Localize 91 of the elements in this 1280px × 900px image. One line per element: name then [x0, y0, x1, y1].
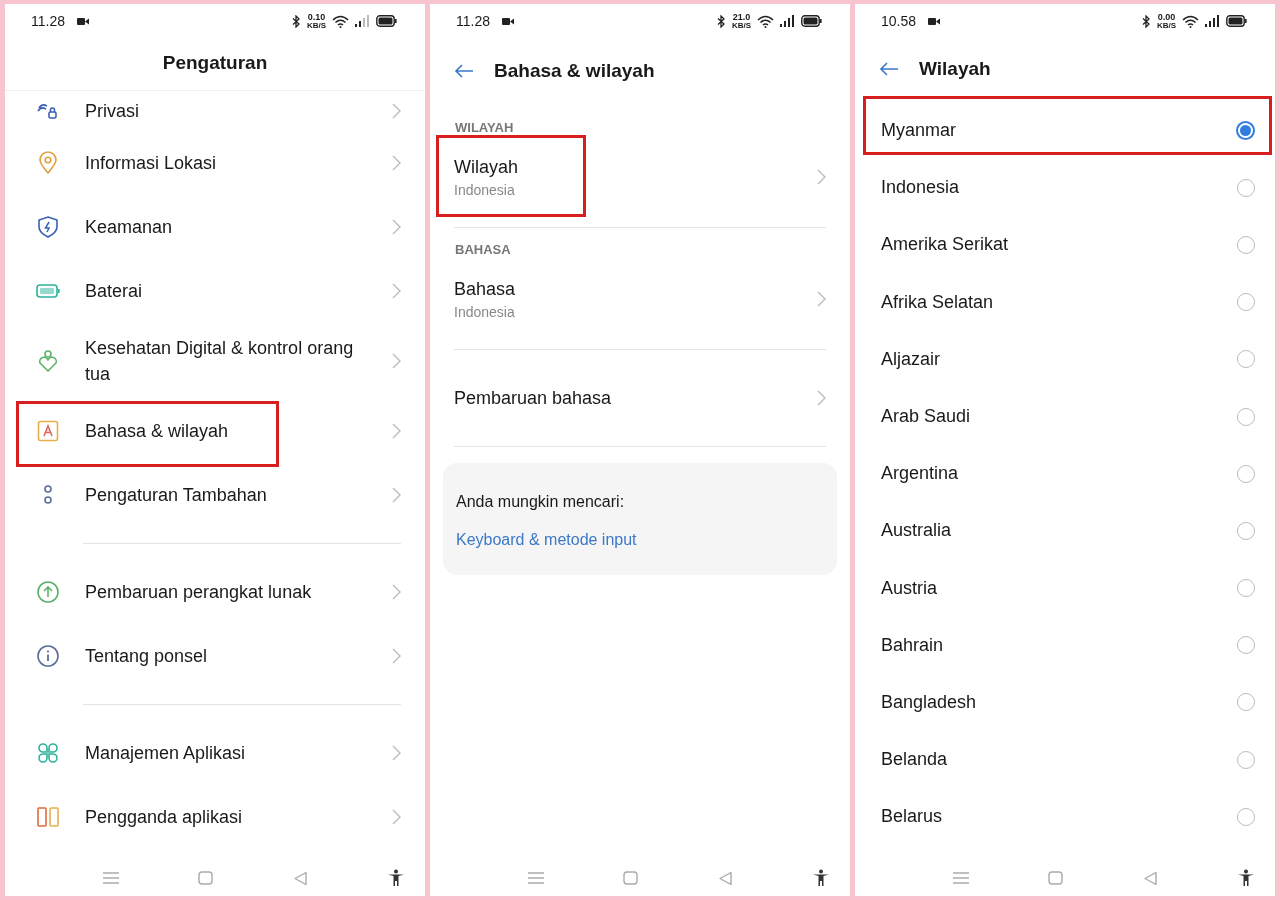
- region-option[interactable]: Belanda: [881, 731, 1255, 789]
- screen-title: Wilayah: [919, 58, 991, 80]
- region-option[interactable]: Australia: [881, 502, 1255, 560]
- settings-item[interactable]: Wilayah Indonesia: [454, 141, 826, 213]
- section-heading: BAHASA: [454, 241, 512, 259]
- wifi-icon: [1182, 14, 1199, 28]
- four-petals-icon: [36, 741, 60, 765]
- settings-item[interactable]: Tentang ponsel: [5, 624, 425, 688]
- chevron-right-icon: [392, 219, 401, 235]
- back-triangle-icon[interactable]: [1142, 870, 1158, 886]
- bluetooth-icon: [716, 14, 726, 28]
- speed-unit: KB/S: [1156, 21, 1176, 30]
- chevron-right-icon: [817, 390, 826, 406]
- chevron-right-icon: [392, 155, 401, 171]
- bluetooth-icon: [291, 14, 301, 28]
- bluetooth-icon: [1141, 14, 1151, 28]
- section-heading: WILAYAH: [454, 119, 515, 137]
- region-option[interactable]: Amerika Serikat: [881, 216, 1255, 274]
- chevron-right-icon: [392, 283, 401, 299]
- region-option[interactable]: Austria: [881, 559, 1255, 617]
- chevron-right-icon: [392, 809, 401, 825]
- network-speed: 0.10: [307, 12, 326, 22]
- settings-item[interactable]: Informasi Lokasi: [5, 131, 425, 195]
- chevron-right-icon: [392, 103, 401, 119]
- battery-icon: [376, 15, 397, 27]
- location-pin-icon: [36, 151, 60, 175]
- settings-item[interactable]: Keamanan: [5, 195, 425, 259]
- region-option[interactable]: Indonesia: [881, 159, 1255, 217]
- status-time: 11.28: [456, 13, 490, 29]
- region-option[interactable]: Belarus: [881, 788, 1255, 846]
- settings-item[interactable]: Pembaruan bahasa: [454, 364, 826, 432]
- menu-icon[interactable]: [953, 872, 969, 884]
- region-option[interactable]: Myanmar: [881, 102, 1255, 160]
- status-time: 10.58: [881, 13, 917, 29]
- two-rectangles-icon: [36, 805, 60, 829]
- suggestion-link[interactable]: Keyboard & metode input: [456, 531, 637, 549]
- network-speed: 21.0: [732, 12, 751, 22]
- signal-icon: [1205, 15, 1220, 27]
- radio-button[interactable]: [1236, 121, 1255, 141]
- chevron-right-icon: [392, 648, 401, 664]
- video-camera-icon: [77, 16, 89, 26]
- region-option[interactable]: Aljazair: [881, 330, 1255, 388]
- region-option[interactable]: Arab Saudi: [881, 387, 1255, 446]
- settings-item[interactable]: Baterai: [5, 259, 425, 323]
- chevron-right-icon: [392, 584, 401, 600]
- menu-icon[interactable]: [528, 872, 544, 884]
- wifi-icon: [757, 14, 774, 28]
- settings-item[interactable]: Manajemen Aplikasi: [5, 721, 425, 785]
- speed-unit: KB/S: [731, 21, 751, 30]
- region-option[interactable]: Argentina: [881, 445, 1255, 503]
- speed-unit: KB/S: [306, 21, 326, 30]
- chevron-right-icon: [392, 423, 401, 439]
- home-square-icon[interactable]: [1048, 871, 1064, 885]
- settings-item[interactable]: Pengaturan Tambahan: [5, 463, 425, 527]
- screen-title: Pengaturan: [162, 52, 268, 74]
- network-speed: 0.00: [1157, 12, 1176, 22]
- person-heart-icon: [36, 349, 60, 373]
- back-triangle-icon[interactable]: [717, 870, 733, 886]
- chevron-right-icon: [817, 169, 826, 185]
- status-time: 11.28: [31, 13, 65, 29]
- region-option[interactable]: Afrika Selatan: [881, 273, 1255, 331]
- chevron-right-icon: [392, 487, 401, 503]
- chevron-right-icon: [392, 745, 401, 761]
- home-square-icon[interactable]: [198, 871, 214, 885]
- signal-icon: [355, 15, 370, 27]
- settings-item[interactable]: Privasi: [5, 91, 425, 131]
- wifi-icon: [332, 14, 349, 28]
- back-arrow-icon[interactable]: [454, 64, 474, 78]
- menu-icon[interactable]: [103, 872, 119, 884]
- settings-item[interactable]: Pembaruan perangkat lunak: [5, 560, 425, 624]
- back-arrow-icon[interactable]: [879, 62, 899, 76]
- video-camera-icon: [502, 16, 514, 26]
- info-icon: [36, 644, 60, 668]
- settings-item[interactable]: Bahasa & wilayah: [5, 399, 425, 463]
- battery-icon: [1226, 15, 1247, 27]
- region-option[interactable]: Bahrain: [881, 616, 1255, 674]
- home-square-icon[interactable]: [623, 871, 639, 885]
- signal-icon: [780, 15, 795, 27]
- settings-item[interactable]: Bahasa Indonesia: [454, 263, 826, 335]
- suggestion-prompt: Anda mungkin mencari:: [456, 493, 626, 511]
- settings-item[interactable]: Pengganda aplikasi: [5, 785, 425, 849]
- shield-icon: [36, 215, 60, 239]
- video-camera-icon: [928, 16, 941, 26]
- letter-square-icon: [36, 419, 60, 443]
- screen-title: Bahasa & wilayah: [494, 60, 655, 82]
- chevron-right-icon: [392, 353, 401, 369]
- settings-item[interactable]: Kesehatan Digital & kontrol orang tua: [5, 323, 425, 399]
- battery-icon: [801, 15, 822, 27]
- region-option[interactable]: Bangladesh: [881, 673, 1255, 732]
- chevron-right-icon: [817, 291, 826, 307]
- back-triangle-icon[interactable]: [292, 870, 308, 886]
